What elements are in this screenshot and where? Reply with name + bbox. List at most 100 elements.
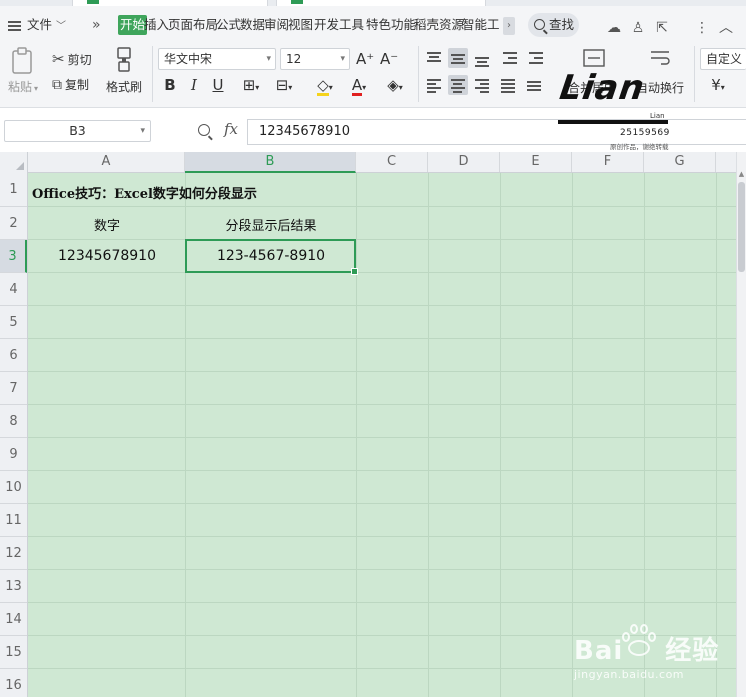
row-header[interactable]: 5 (0, 306, 27, 339)
column-header-b[interactable]: B (185, 152, 356, 173)
more-tabs-button[interactable]: » (92, 15, 101, 35)
tabs-scroll-right-button[interactable]: › (503, 17, 515, 35)
active-cell-selection[interactable] (185, 239, 358, 275)
row-header[interactable]: 12 (0, 537, 27, 570)
wrap-text-icon[interactable] (648, 48, 672, 68)
tab-special-features[interactable]: 特色功能 (366, 15, 416, 35)
font-size-select[interactable]: 12 ▾ (280, 48, 350, 70)
row-header[interactable]: 8 (0, 405, 27, 438)
formula-input[interactable]: 12345678910 (247, 119, 746, 145)
align-right-button[interactable] (472, 75, 492, 95)
cell-a3[interactable]: 12345678910 (29, 248, 185, 264)
underline-button[interactable]: U (209, 75, 227, 95)
cell-b2[interactable]: 分段显示后结果 (186, 215, 356, 234)
merge-cells-icon[interactable] (582, 48, 606, 68)
column-header-c[interactable]: C (356, 152, 428, 172)
paste-button[interactable]: 粘贴 ▾ (8, 78, 38, 95)
format-painter-icon[interactable] (114, 46, 134, 74)
tab-formulas[interactable]: 公式 (216, 15, 241, 35)
row-header[interactable]: 14 (0, 603, 27, 636)
copy-button[interactable]: ⧉ 复制 (52, 76, 89, 93)
column-header-e[interactable]: E (500, 152, 572, 172)
eraser-icon: ◈ (387, 76, 399, 94)
fill-color-button[interactable]: ◇▾ (310, 75, 340, 96)
gridline (28, 536, 746, 537)
user-icon[interactable]: ♙ (630, 20, 646, 36)
insert-function-button[interactable]: fx (224, 120, 238, 138)
align-left-button[interactable] (424, 75, 444, 95)
zoom-icon[interactable] (198, 124, 210, 136)
name-box-value: B3 (69, 123, 86, 138)
row-header[interactable]: 15 (0, 636, 27, 669)
row-header-selected[interactable]: 3 (0, 240, 27, 273)
align-center-button[interactable] (448, 75, 468, 95)
gridline (28, 371, 746, 372)
format-painter-button[interactable]: 格式刷 (106, 78, 142, 95)
column-header-f[interactable]: F (572, 152, 644, 172)
row-header[interactable]: 2 (0, 207, 27, 240)
search-button[interactable]: 查找 (528, 13, 579, 37)
borders-button[interactable]: ⊞▾ (237, 75, 265, 95)
tab-home[interactable]: 开始 (118, 15, 148, 35)
more-options-icon[interactable]: ⋮ (694, 20, 710, 36)
font-color-button[interactable]: A▾ (344, 75, 374, 96)
number-format-select[interactable]: 自定义 (700, 48, 746, 70)
justify-button[interactable] (498, 75, 518, 95)
share-icon[interactable]: ⇱ (654, 20, 670, 36)
italic-button[interactable]: I (185, 75, 203, 95)
file-menu[interactable]: 文件 ﹀ (8, 15, 66, 35)
ribbon-divider (694, 46, 695, 102)
clear-format-button[interactable]: ◈▾ (380, 75, 410, 95)
currency-icon: ¥ (711, 76, 721, 94)
decrease-font-size-icon[interactable]: A⁻ (380, 49, 398, 69)
cloud-sync-icon[interactable]: ☁ (606, 20, 622, 36)
tab-docer-resources[interactable]: 稻壳资源 (414, 15, 464, 35)
gridline (356, 173, 357, 697)
row-header[interactable]: 1 (0, 173, 27, 207)
tab-view[interactable]: 视图 (288, 15, 313, 35)
decrease-indent-button[interactable] (500, 48, 520, 68)
wrap-text-button[interactable]: 自动换行 (636, 79, 684, 96)
merge-center-button[interactable]: 合并居中 (568, 79, 616, 96)
cut-button[interactable]: ✂ 剪切 (52, 50, 92, 68)
align-bottom-button[interactable] (472, 48, 492, 68)
collapse-ribbon-icon[interactable]: ︿ (718, 20, 734, 36)
vertical-scrollbar[interactable]: ▲ (736, 152, 746, 697)
row-header[interactable]: 13 (0, 570, 27, 603)
row-header[interactable]: 11 (0, 504, 27, 537)
tab-insert[interactable]: 插入 (144, 15, 169, 35)
scroll-up-icon[interactable]: ▲ (737, 170, 746, 178)
row-header[interactable]: 4 (0, 273, 27, 306)
row-header[interactable]: 16 (0, 669, 27, 697)
align-top-button[interactable] (424, 48, 444, 68)
gridline (28, 668, 746, 669)
tab-data[interactable]: 数据 (240, 15, 265, 35)
font-name-select[interactable]: 华文中宋 ▾ (158, 48, 276, 70)
gridline (28, 404, 746, 405)
cell-a2[interactable]: 数字 (29, 215, 185, 234)
column-header-d[interactable]: D (428, 152, 500, 172)
row-header[interactable]: 7 (0, 372, 27, 405)
tab-smart-tools[interactable]: 智能工 (462, 15, 500, 35)
spreadsheet-grid[interactable]: A B C D E F G 1 2 3 4 5 6 7 8 9 10 11 12… (0, 152, 746, 697)
scrollbar-thumb[interactable] (738, 182, 745, 272)
paste-icon[interactable] (10, 47, 36, 75)
select-all-corner[interactable] (0, 152, 28, 173)
row-header[interactable]: 9 (0, 438, 27, 471)
cell-style-button[interactable]: ⊟▾ (270, 75, 298, 95)
cell-a1-title[interactable]: Office技巧：Excel数字如何分段显示 (32, 183, 257, 202)
row-header[interactable]: 6 (0, 339, 27, 372)
name-box[interactable]: B3 ▾ (4, 120, 151, 142)
align-middle-button[interactable] (448, 48, 468, 68)
distributed-align-button[interactable] (524, 75, 544, 95)
bold-button[interactable]: B (161, 75, 179, 95)
increase-font-size-icon[interactable]: A⁺ (356, 49, 374, 69)
column-header-g[interactable]: G (644, 152, 716, 172)
row-header[interactable]: 10 (0, 471, 27, 504)
currency-format-button[interactable]: ¥▾ (704, 75, 732, 95)
tab-review[interactable]: 审阅 (264, 15, 289, 35)
increase-indent-button[interactable] (526, 48, 546, 68)
tab-developer[interactable]: 开发工具 (314, 15, 364, 35)
tab-page-layout[interactable]: 页面布局 (168, 15, 218, 35)
column-header-a[interactable]: A (28, 152, 185, 172)
